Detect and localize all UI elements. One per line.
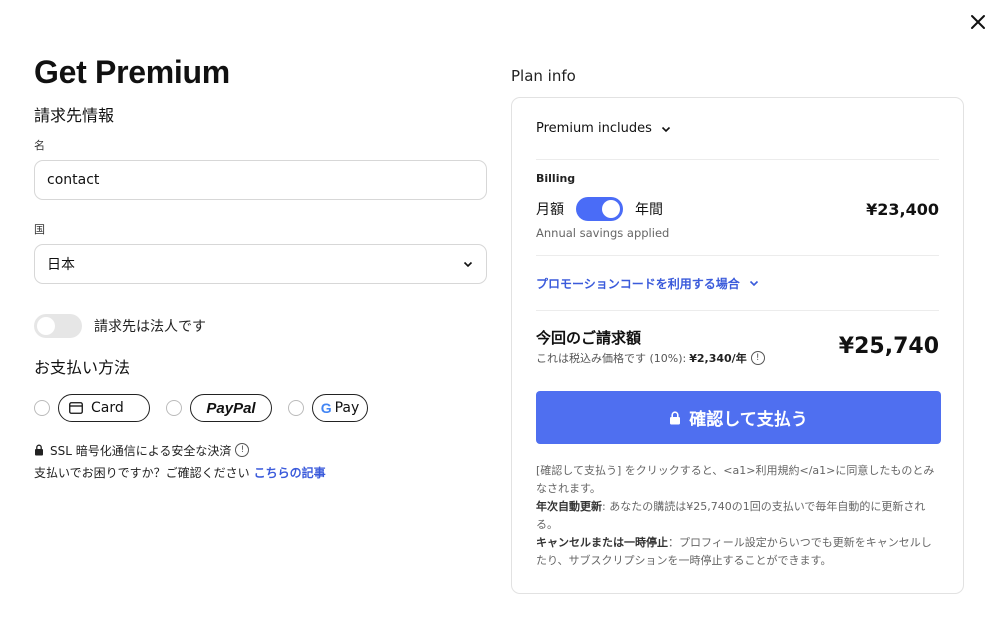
- cancel-label: キャンセルまたは一時停止: [536, 536, 668, 549]
- country-label: 国: [34, 223, 45, 236]
- savings-note: Annual savings applied: [536, 226, 670, 240]
- company-toggle-row: 請求先は法人です: [34, 314, 488, 338]
- billing-cycle-row: 月額 年間 ¥23,400: [536, 196, 939, 222]
- chevron-down-icon: [463, 261, 473, 268]
- gpay-option[interactable]: G Pay: [312, 394, 368, 422]
- billing-cycle-toggle[interactable]: [576, 197, 623, 221]
- terms-text: [確認して支払う] をクリックすると、<a1>利用規約</a1>に同意したものと…: [536, 462, 939, 570]
- country-select-value: 日本: [47, 257, 75, 273]
- help-article-link[interactable]: こちらの記事: [254, 466, 326, 480]
- annual-label: 年間: [635, 202, 663, 218]
- card-radio[interactable]: [34, 400, 50, 416]
- tax-note: これは税込み価格です (10%): ¥2,340/年 !: [536, 350, 765, 366]
- total-amount: ¥25,740: [838, 333, 939, 359]
- country-select[interactable]: 日本: [34, 244, 487, 284]
- premium-includes-toggle[interactable]: Premium includes: [536, 98, 939, 160]
- total-label: 今回のご請求額: [536, 328, 642, 347]
- tax-note-prefix: これは税込み価格です (10%):: [536, 351, 687, 365]
- chevron-down-icon: [661, 126, 670, 132]
- page-title: Get Premium: [34, 54, 230, 90]
- payment-methods: Card PayPal G Pay: [34, 394, 488, 422]
- info-icon[interactable]: !: [235, 443, 250, 457]
- total-info: 今回のご請求額 これは税込み価格です (10%): ¥2,340/年 !: [536, 327, 765, 366]
- billing-form: Get Premium 請求先情報 名 contact 国 日本 請求先は法人で…: [34, 52, 488, 480]
- plan-info-heading: Plan info: [511, 67, 576, 85]
- paypal-radio[interactable]: [166, 400, 182, 416]
- name-label: 名: [34, 139, 45, 152]
- promo-code-label: プロモーションコードを利用する場合: [536, 276, 740, 291]
- tax-amount: ¥2,340/年: [689, 351, 747, 365]
- credit-card-icon: [69, 402, 83, 414]
- promo-code-toggle[interactable]: プロモーションコードを利用する場合: [536, 256, 939, 311]
- confirm-pay-button[interactable]: 確認して支払う: [536, 391, 941, 444]
- secure-payment-note: SSL 暗号化通信による安全な決済 !: [34, 442, 488, 458]
- billing-section: Billing 月額 年間 ¥23,400 Annual savings app…: [536, 160, 939, 256]
- info-icon[interactable]: !: [750, 350, 765, 365]
- lock-icon: [670, 410, 681, 424]
- paypal-logo: PayPal: [206, 399, 256, 417]
- company-toggle[interactable]: [34, 314, 82, 338]
- confirm-pay-label: 確認して支払う: [689, 410, 808, 430]
- name-input[interactable]: contact: [34, 160, 487, 200]
- paypal-option[interactable]: PayPal: [190, 394, 272, 422]
- card-option[interactable]: Card: [58, 394, 150, 422]
- card-label: Card: [91, 400, 124, 416]
- plan-info-panel: Premium includes Billing 月額 年間 ¥23,400 A…: [511, 97, 964, 594]
- help-row: 支払いでお困りですか？ご確認ください こちらの記事: [34, 464, 488, 480]
- lock-icon: [35, 444, 43, 456]
- company-toggle-label: 請求先は法人です: [94, 319, 206, 335]
- gpay-label: Pay: [334, 400, 360, 416]
- premium-includes-label: Premium includes: [536, 121, 652, 136]
- chevron-down-icon: [749, 280, 758, 287]
- close-icon: [971, 15, 985, 29]
- terms-line1: [確認して支払う] をクリックすると、<a1>利用規約</a1>に同意したものと…: [536, 464, 935, 495]
- close-button[interactable]: [966, 10, 990, 34]
- billing-info-heading: 請求先情報: [34, 106, 115, 125]
- total-row: 今回のご請求額 これは税込み価格です (10%): ¥2,340/年 ! ¥25…: [536, 311, 939, 381]
- gpay-radio[interactable]: [288, 400, 304, 416]
- help-text: 支払いでお困りですか？ご確認ください: [34, 466, 250, 480]
- monthly-label: 月額: [536, 202, 564, 218]
- billing-price: ¥23,400: [866, 199, 939, 219]
- auto-renew-label: 年次自動更新: [536, 500, 602, 513]
- secure-text: SSL 暗号化通信による安全な決済: [50, 443, 232, 458]
- google-g-icon: G: [320, 400, 332, 416]
- name-input-value: contact: [47, 172, 100, 188]
- billing-label: Billing: [536, 172, 576, 185]
- payment-method-heading: お支払い方法: [34, 358, 131, 377]
